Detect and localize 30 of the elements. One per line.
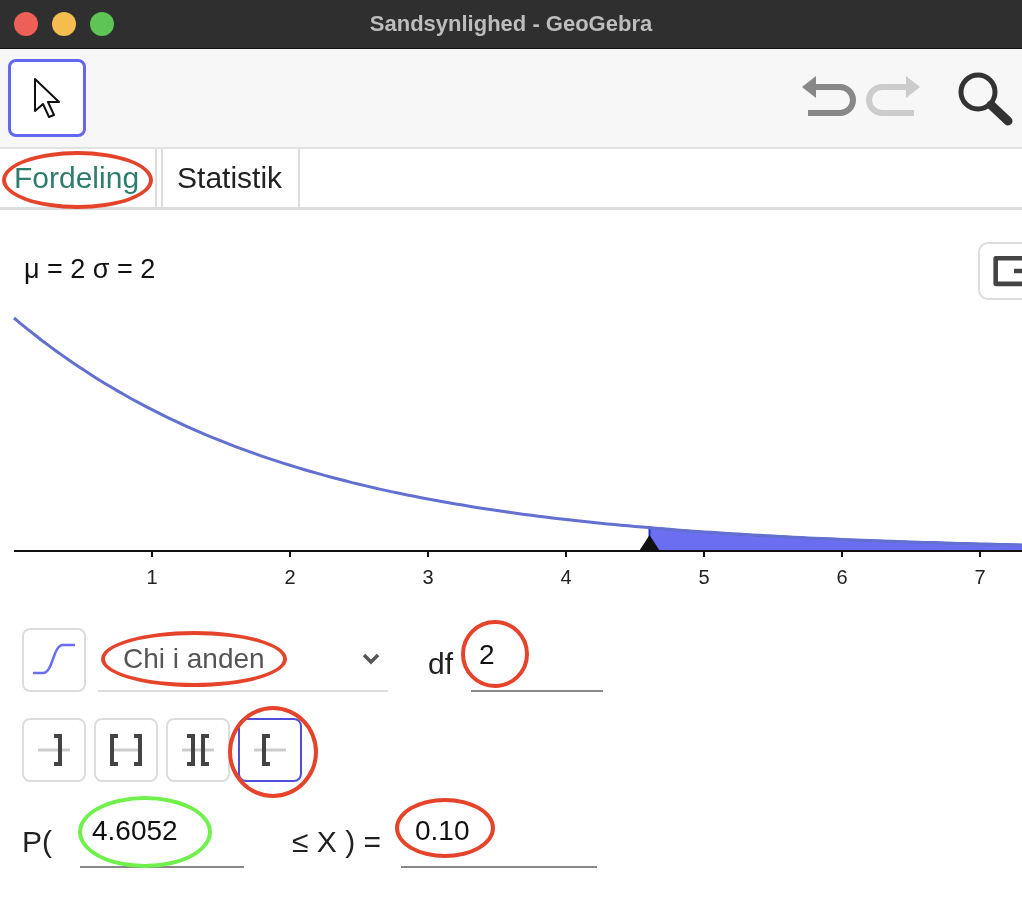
tab[interactable]: Statistik <box>161 149 301 207</box>
window-title: Sandsynlighed - GeoGebra <box>369 11 653 36</box>
tick-label: 3 <box>422 566 434 588</box>
tick-label: 4 <box>560 566 572 588</box>
zoom-button[interactable] <box>90 12 114 36</box>
export-button[interactable] <box>978 242 1022 300</box>
close-button[interactable] <box>14 12 38 36</box>
minimize-button[interactable] <box>52 12 76 36</box>
df-input[interactable]: 2 <box>471 628 604 692</box>
search-icon <box>956 70 1014 126</box>
tab[interactable]: Fordeling <box>0 149 158 207</box>
probability-prefix: P( <box>22 825 52 859</box>
search-button[interactable] <box>956 70 1014 126</box>
distribution-dropdown[interactable]: Chi i anden <box>98 628 388 692</box>
tick-label: 5 <box>698 566 710 588</box>
parameters-label: μ = 2 σ = 2 <box>24 254 156 284</box>
tick-label: 6 <box>836 566 848 588</box>
cumulative-toggle-button[interactable] <box>22 628 86 692</box>
cursor-icon <box>32 77 62 119</box>
tick-label: 1 <box>146 566 158 588</box>
tick-label: 7 <box>974 566 986 588</box>
lower-bound-input[interactable]: 4.6052 <box>80 804 244 868</box>
interval-button[interactable] <box>238 718 302 782</box>
move-tool-button[interactable] <box>8 59 86 137</box>
chevron-down-icon <box>362 653 380 665</box>
bound-marker[interactable] <box>638 535 661 552</box>
probability-result-input[interactable]: 0.10 <box>401 804 597 868</box>
probability-expression: ≤ X ) = <box>292 825 381 859</box>
df-label: df <box>428 647 454 681</box>
tick-label: 2 <box>284 566 296 588</box>
